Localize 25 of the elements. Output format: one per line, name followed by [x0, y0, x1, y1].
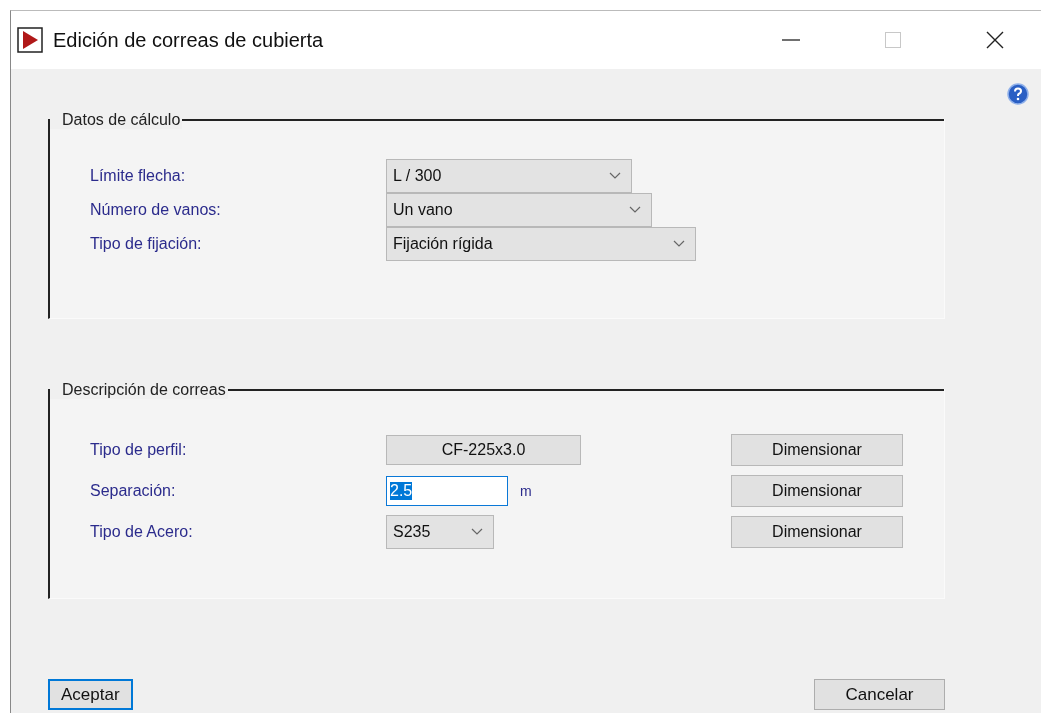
- dimension-button[interactable]: Dimensionar: [731, 475, 903, 507]
- field-label: Límite flecha:: [90, 167, 187, 185]
- app-icon: [17, 27, 43, 53]
- field-label: Tipo de fijación:: [90, 235, 203, 253]
- cancel-button[interactable]: Cancelar: [814, 679, 945, 710]
- chevron-down-icon: [609, 172, 621, 180]
- dimension-button[interactable]: Dimensionar: [731, 434, 903, 466]
- field-label: Separación:: [90, 482, 177, 500]
- field-label: Número de vanos:: [90, 201, 222, 219]
- help-icon[interactable]: [1007, 83, 1029, 105]
- profile-button[interactable]: CF-225x3.0: [386, 435, 581, 465]
- chevron-down-icon: [629, 206, 641, 214]
- input-field[interactable]: 2.5: [386, 476, 508, 506]
- chevron-down-icon: [673, 240, 685, 248]
- dropdown[interactable]: L / 300: [386, 159, 632, 193]
- window-title: Edición de correas de cubierta: [53, 28, 325, 52]
- field-label: Tipo de Acero:: [90, 523, 194, 541]
- dropdown[interactable]: Fijación rígida: [386, 227, 696, 261]
- dropdown[interactable]: Un vano: [386, 193, 652, 227]
- chevron-down-icon: [471, 528, 483, 536]
- dimension-button[interactable]: Dimensionar: [731, 516, 903, 548]
- dropdown[interactable]: S235: [386, 515, 494, 549]
- unit-label: m: [520, 483, 532, 499]
- accept-button[interactable]: Aceptar: [48, 679, 133, 710]
- field-label: Tipo de perfil:: [90, 441, 188, 459]
